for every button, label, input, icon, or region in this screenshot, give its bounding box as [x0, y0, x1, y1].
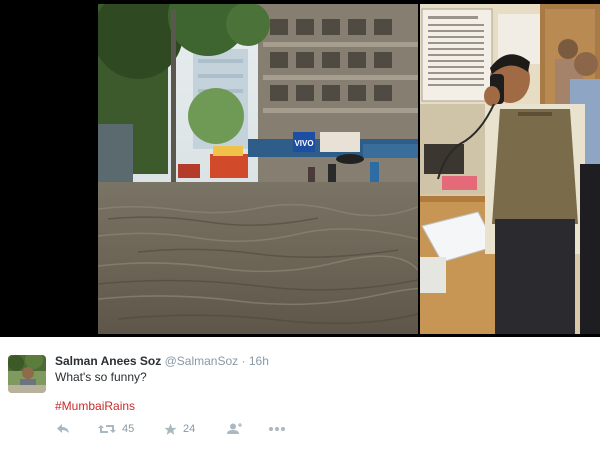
hashtag-link[interactable]: #MumbaiRains — [55, 399, 135, 413]
avatar[interactable] — [8, 355, 46, 393]
reply-button[interactable] — [56, 421, 70, 437]
flooded-street-photo[interactable]: VIVO — [98, 4, 418, 334]
favorite-button[interactable]: 24 — [164, 421, 195, 437]
tweet-header: Salman Anees Soz @SalmanSoz · 16h — [55, 354, 269, 368]
retweet-button[interactable]: 45 — [98, 421, 134, 437]
more-icon — [268, 426, 286, 432]
tweet-media[interactable]: VIVO — [0, 0, 600, 337]
author-handle[interactable]: @SalmanSoz — [165, 354, 239, 368]
timestamp[interactable]: 16h — [249, 354, 269, 368]
tweet-text: What's so funny? — [55, 370, 147, 384]
retweet-count: 45 — [122, 423, 135, 435]
tweet-card: Salman Anees Soz @SalmanSoz · 16h What's… — [0, 337, 600, 450]
follow-button[interactable] — [226, 421, 242, 437]
star-icon — [164, 423, 177, 436]
favorite-count: 24 — [183, 423, 196, 435]
author-name[interactable]: Salman Anees Soz — [55, 354, 161, 368]
man-on-phone-photo[interactable] — [420, 4, 600, 334]
shop-sign: VIVO — [294, 139, 313, 148]
reply-icon — [56, 423, 70, 435]
separator: · — [241, 354, 246, 368]
follow-icon — [226, 423, 242, 435]
more-button[interactable] — [268, 421, 286, 437]
retweet-icon — [98, 423, 116, 435]
